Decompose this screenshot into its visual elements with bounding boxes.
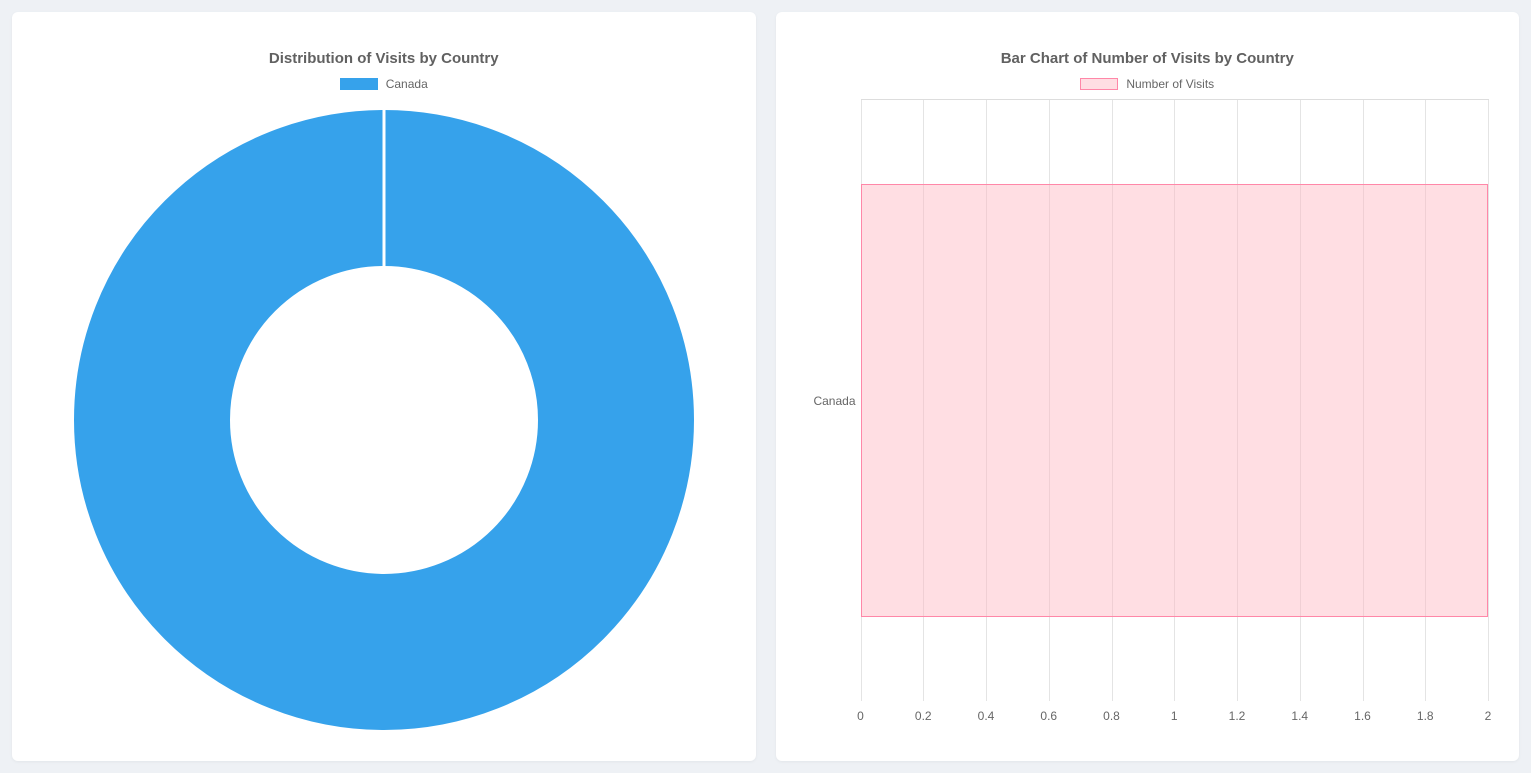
bar-chart-title: Bar Chart of Number of Visits by Country [796,50,1500,67]
legend-item-canada[interactable]: Canada [340,77,428,91]
legend-item-label: Canada [386,77,428,91]
x-tick-label: 1 [1171,709,1178,723]
bar-plot-wrap: 0 0.2 0.4 0.6 0.8 1 1.2 1.4 1.6 1.8 2 Canada [796,99,1500,741]
bar-chart-card: Bar Chart of Number of Visits by Country… [776,12,1520,761]
legend-item-visits[interactable]: Number of Visits [1080,77,1214,91]
dashboard: Distribution of Visits by Country Canada… [0,0,1531,773]
donut-legend[interactable]: Canada [32,77,736,91]
x-tick-label: 1.6 [1354,709,1371,723]
x-tick-label: 0.8 [1103,709,1120,723]
x-tick-label: 1.2 [1229,709,1246,723]
y-tick-label: Canada [801,394,856,408]
x-tick-label: 0.4 [978,709,995,723]
donut-plot-area [32,99,736,741]
donut-chart[interactable] [74,110,694,730]
bar-plot-area[interactable]: 00.20.40.60.811.21.41.61.82Canada [861,99,1490,701]
x-tick-label: 2 [1485,709,1492,723]
legend-swatch-icon [340,78,378,90]
x-tick-label: 0.2 [915,709,932,723]
bar-canada[interactable] [861,184,1489,617]
x-tick-label: 1.8 [1417,709,1434,723]
x-tick-label: 0.6 [1040,709,1057,723]
x-tick-label: 1.4 [1291,709,1308,723]
legend-swatch-icon [1080,78,1118,90]
donut-chart-title: Distribution of Visits by Country [32,50,736,67]
donut-chart-card: Distribution of Visits by Country Canada [12,12,756,761]
gridline [1488,100,1489,701]
x-tick-label: 0 [857,709,864,723]
legend-item-label: Number of Visits [1126,77,1214,91]
bar-legend[interactable]: Number of Visits [796,77,1500,91]
